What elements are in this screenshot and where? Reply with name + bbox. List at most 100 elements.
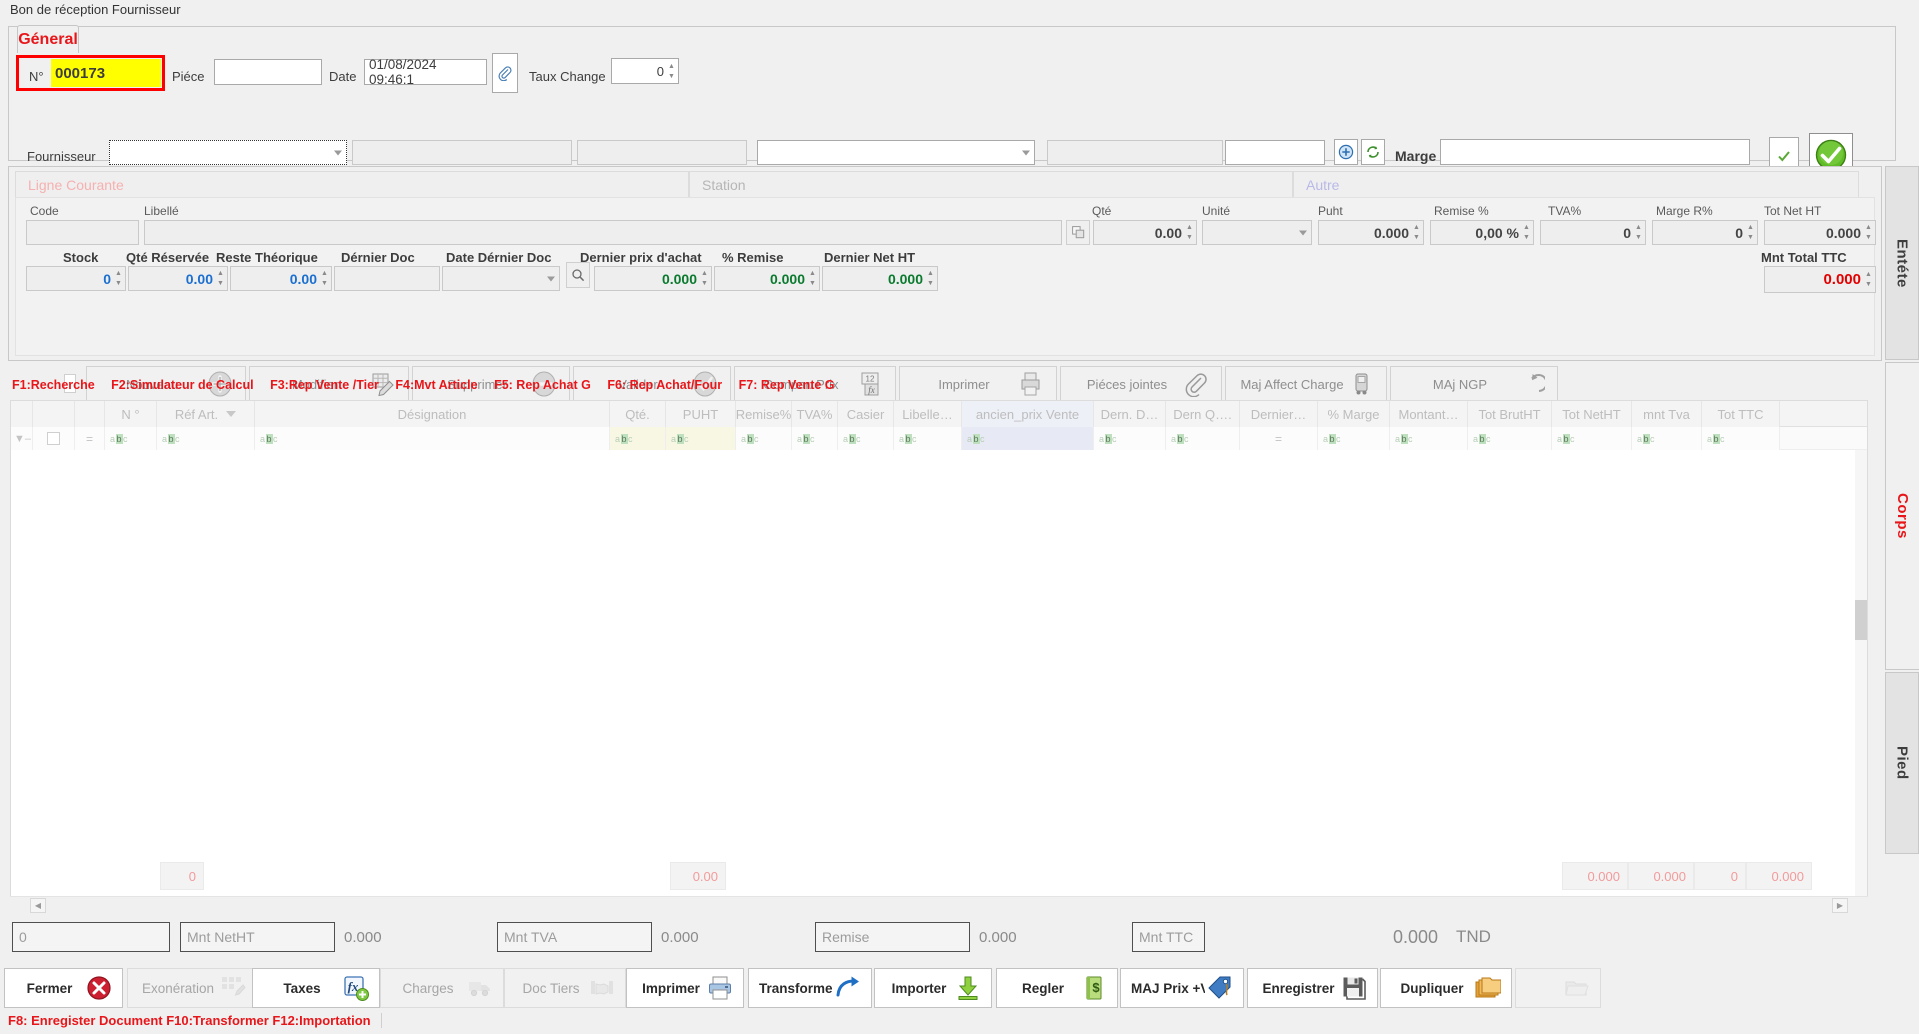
marge-r-pct-input[interactable]: 0 ▲ ▼ xyxy=(1652,220,1758,245)
grid-filter-cell[interactable]: abc xyxy=(1468,427,1552,450)
mnt-total-ttc-spinner[interactable]: ▲ ▼ xyxy=(1864,269,1873,290)
grid-column-header[interactable] xyxy=(11,401,33,427)
grid-scroll-thumb[interactable] xyxy=(1855,600,1867,640)
fournisseur-select[interactable] xyxy=(757,140,1035,165)
text-filter-icon[interactable]: abc xyxy=(1171,433,1189,444)
reste-theorique-spinner[interactable]: ▲ ▼ xyxy=(320,269,329,288)
add-circle-icon[interactable] xyxy=(1334,139,1358,165)
enregistrer-button[interactable]: Enregistrer xyxy=(1247,968,1378,1008)
copy-icon[interactable] xyxy=(1066,220,1090,245)
text-filter-icon[interactable]: abc xyxy=(671,433,689,444)
qte-reservee-spinner[interactable]: ▲ ▼ xyxy=(216,269,225,288)
grid-column-header[interactable]: mnt Tva xyxy=(1632,401,1702,427)
search-icon[interactable] xyxy=(566,262,590,288)
grid-filter-cell[interactable]: abc xyxy=(610,427,666,450)
grid-filter-cell[interactable]: abc xyxy=(1702,427,1780,450)
date-dernier-doc-combo[interactable] xyxy=(442,266,560,291)
grid-filter-cell[interactable]: abc xyxy=(894,427,962,450)
maj-ngp-button[interactable]: MAj NGP xyxy=(1390,366,1558,402)
grid-filter-row[interactable]: ▼– = a b c a b c a b c a b c a b c a b c a b c a b c a b c a b c a b c a b c =… xyxy=(11,427,1867,450)
text-filter-icon[interactable]: abc xyxy=(1473,433,1491,444)
tab-station[interactable]: Station xyxy=(689,171,1293,197)
grid-filter-cell[interactable]: abc xyxy=(1166,427,1240,450)
grid-column-header[interactable]: Désignation xyxy=(255,401,610,427)
dernier-doc-input[interactable] xyxy=(334,266,440,291)
taux-change-input[interactable]: 0 ▲ ▼ xyxy=(611,58,679,84)
qte-input[interactable]: 0.00 ▲ ▼ xyxy=(1093,220,1197,245)
grid-filter-cell[interactable]: abc xyxy=(962,427,1094,450)
regler-button[interactable]: Regler $ xyxy=(996,968,1118,1008)
dernier-prix-achat-spinner[interactable]: ▲ ▼ xyxy=(700,269,709,288)
grid-filter-cell[interactable]: abc xyxy=(1318,427,1390,450)
footer-remise-label[interactable]: Remise xyxy=(815,922,970,952)
grid-column-header[interactable]: PUHT xyxy=(666,401,736,427)
unite-combo[interactable] xyxy=(1202,220,1312,245)
text-filter-icon[interactable]: abc xyxy=(260,433,278,444)
pct-remise-spinner[interactable]: ▲ ▼ xyxy=(808,269,817,288)
tva-spinner[interactable]: ▲ ▼ xyxy=(1634,223,1643,242)
grid-column-header[interactable]: Tot BrutHT xyxy=(1468,401,1552,427)
remise-pct-input[interactable]: 0,00 % ▲ ▼ xyxy=(1430,220,1534,245)
refresh-icon[interactable] xyxy=(1361,139,1385,165)
grid-filter-cell[interactable]: abc xyxy=(157,427,255,450)
vtab-pied[interactable]: Pied xyxy=(1885,672,1919,854)
grid-filter-cell[interactable]: ▼– xyxy=(11,427,33,450)
grid-filter-cell[interactable]: abc xyxy=(1552,427,1632,450)
grid-column-header[interactable]: Dern. D… xyxy=(1094,401,1166,427)
grid-column-header[interactable]: TVA% xyxy=(792,401,838,427)
select-all-icon[interactable] xyxy=(47,432,60,445)
libelle-input[interactable] xyxy=(144,220,1062,245)
text-filter-icon[interactable]: abc xyxy=(1557,433,1575,444)
grid-filter-cell[interactable]: = xyxy=(75,427,105,450)
text-filter-icon[interactable]: abc xyxy=(615,433,633,444)
piece-input[interactable] xyxy=(214,59,322,85)
vtab-entete[interactable]: Entéte xyxy=(1885,166,1919,360)
grid-filter-cell[interactable]: abc xyxy=(1390,427,1468,450)
grid-filter-cell[interactable] xyxy=(33,427,75,450)
stock-input[interactable]: 0 ▲ ▼ xyxy=(26,266,126,291)
grid-column-header[interactable]: Dern Q…. xyxy=(1166,401,1240,427)
text-filter-icon[interactable]: abc xyxy=(1637,433,1655,444)
text-filter-icon[interactable]: abc xyxy=(967,433,985,444)
grid-column-header[interactable]: Tot TTC xyxy=(1702,401,1780,427)
equals-icon[interactable]: = xyxy=(1275,432,1282,446)
lines-grid[interactable]: N ° Réf Art. Désignation Qté. PUHT Remise% TVA… xyxy=(10,400,1868,900)
grid-horizontal-scrollbar[interactable]: ◀ ▶ xyxy=(10,896,1868,914)
footer-qty-field[interactable]: 0 xyxy=(12,922,170,952)
dernier-net-ht-spinner[interactable]: ▲ ▼ xyxy=(926,269,935,288)
document-number-field[interactable]: 000173 xyxy=(51,59,161,87)
grid-filter-cell[interactable]: abc xyxy=(105,427,157,450)
grid-filter-cell[interactable]: abc xyxy=(792,427,838,450)
grid-filter-cell[interactable]: abc xyxy=(1094,427,1166,450)
grid-column-header[interactable]: Casier xyxy=(838,401,894,427)
scroll-left-icon[interactable]: ◀ xyxy=(30,898,46,913)
grid-column-header[interactable]: Remise% xyxy=(736,401,792,427)
grid-column-header[interactable] xyxy=(33,401,75,427)
maj-prix-valid-ent-button[interactable]: MAJ Prix +Valid. Ent xyxy=(1120,968,1244,1008)
text-filter-icon[interactable]: abc xyxy=(899,433,917,444)
text-filter-icon[interactable]: abc xyxy=(1099,433,1117,444)
maj-affect-charge-button[interactable]: Maj Affect Charge xyxy=(1225,366,1387,402)
tot-net-ht-spinner[interactable]: ▲ ▼ xyxy=(1864,223,1873,242)
tot-net-ht-input[interactable]: 0.000 ▲ ▼ xyxy=(1764,220,1876,245)
grid-body[interactable] xyxy=(11,450,1867,899)
scroll-right-icon[interactable]: ▶ xyxy=(1832,898,1848,913)
imprimer-action-button[interactable]: Imprimer xyxy=(899,366,1057,402)
grid-vertical-scrollbar[interactable] xyxy=(1855,450,1867,899)
date-input[interactable]: 01/08/2024 09:46:1 xyxy=(364,57,487,87)
mnt-total-ttc-input[interactable]: 0.000 ▲ ▼ xyxy=(1764,266,1876,293)
dupliquer-button[interactable]: Dupliquer xyxy=(1380,968,1512,1008)
pct-remise-input[interactable]: 0.000 ▲ ▼ xyxy=(714,266,820,291)
grid-column-header[interactable]: Montant… xyxy=(1390,401,1468,427)
grid-filter-cell[interactable]: abc xyxy=(255,427,610,450)
tab-general[interactable]: Géneral xyxy=(17,25,79,53)
vtab-corps[interactable]: Corps xyxy=(1885,362,1919,670)
sort-descending-icon[interactable] xyxy=(226,411,237,417)
grid-column-header[interactable]: Tot NetHT xyxy=(1552,401,1632,427)
text-filter-icon[interactable]: abc xyxy=(797,433,815,444)
tab-ligne-courante[interactable]: Ligne Courante xyxy=(15,171,689,197)
footer-mnt-ttc-label[interactable]: Mnt TTC xyxy=(1132,922,1205,952)
dernier-prix-achat-input[interactable]: 0.000 ▲ ▼ xyxy=(594,266,712,291)
fermer-button[interactable]: Fermer xyxy=(4,968,123,1008)
grid-filter-cell[interactable]: = xyxy=(1240,427,1318,450)
